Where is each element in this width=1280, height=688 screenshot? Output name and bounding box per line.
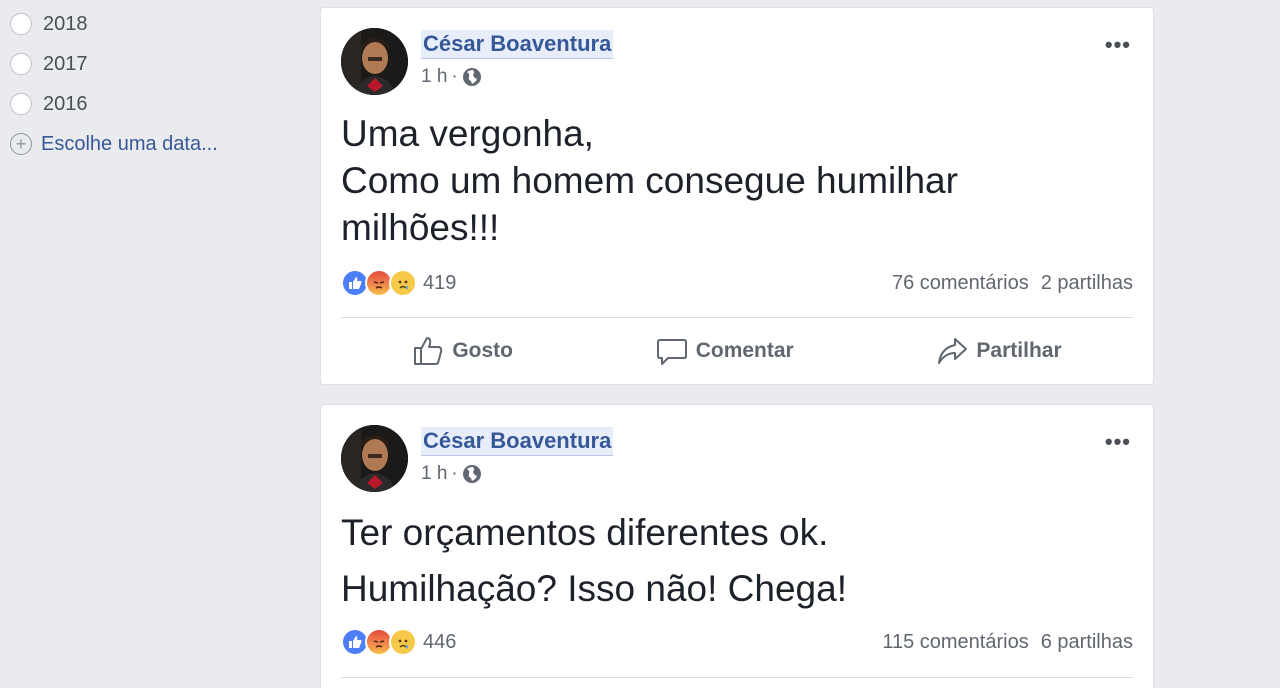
share-label: Partilhar — [976, 339, 1062, 362]
reactions-summary[interactable]: 446 — [341, 628, 456, 656]
post-text-line: Humilhação? Isso não! Chega! — [341, 568, 847, 609]
reaction-count: 446 — [423, 630, 457, 653]
post-text-line: Como um homem consegue humilhar — [341, 160, 958, 201]
radio-button[interactable] — [10, 53, 32, 75]
year-label: 2016 — [43, 92, 88, 115]
post-text: Uma vergonha, Como um homem consegue hum… — [341, 110, 1133, 251]
year-label: 2017 — [43, 52, 88, 75]
author-name[interactable]: César Boaventura — [421, 427, 614, 456]
avatar[interactable] — [341, 28, 408, 95]
comment-label: Comentar — [695, 339, 794, 362]
author-name[interactable]: César Boaventura — [421, 30, 614, 59]
shares-count[interactable]: 2 partilhas — [1041, 272, 1133, 295]
post-text-line: Uma vergonha, — [341, 113, 594, 154]
comment-button[interactable]: Comentar — [656, 335, 794, 367]
post-meta: 1 h · — [421, 66, 482, 88]
divider — [341, 677, 1133, 678]
year-option-2017[interactable]: 2017 — [10, 44, 270, 84]
avatar[interactable] — [341, 425, 408, 492]
comments-count[interactable]: 115 comentários — [882, 631, 1028, 654]
like-label: Gosto — [452, 339, 514, 362]
year-option-2018[interactable]: 2018 — [10, 4, 270, 44]
engagement-counts: 76 comentários 2 partilhas — [892, 272, 1133, 295]
radio-button[interactable] — [10, 13, 32, 35]
divider — [341, 317, 1133, 318]
post-text-line: Ter orçamentos diferentes ok. — [341, 512, 829, 553]
like-button[interactable]: Gosto — [412, 335, 513, 367]
post-time[interactable]: 1 h — [421, 66, 447, 88]
globe-icon[interactable] — [462, 464, 482, 484]
plus-circle-icon: + — [10, 133, 32, 155]
post-meta: 1 h · — [421, 463, 482, 485]
pick-date-link[interactable]: + Escolhe uma data... — [10, 124, 270, 164]
meta-separator: · — [451, 66, 458, 87]
post-stats: 446 115 comentários 6 partilhas — [341, 627, 1133, 657]
reaction-count: 419 — [423, 271, 457, 294]
year-filter: 2018 2017 2016 + Escolhe uma data... — [10, 4, 270, 164]
meta-separator: · — [451, 463, 458, 484]
more-options-icon[interactable]: ••• — [1105, 429, 1131, 455]
engagement-counts: 115 comentários 6 partilhas — [882, 631, 1133, 654]
sad-reaction-icon — [389, 628, 417, 656]
year-option-2016[interactable]: 2016 — [10, 84, 270, 124]
post-header: César Boaventura 1 h · ••• — [341, 28, 1133, 98]
post-header: César Boaventura 1 h · ••• — [341, 425, 1133, 495]
comments-count[interactable]: 76 comentários — [892, 272, 1029, 295]
post-stats: 419 76 comentários 2 partilhas — [341, 268, 1133, 298]
more-options-icon[interactable]: ••• — [1105, 32, 1131, 58]
post-actions: Gosto Comentar Partilhar — [341, 326, 1133, 376]
pick-date-label: Escolhe uma data... — [41, 132, 218, 155]
year-label: 2018 — [43, 12, 88, 35]
radio-button[interactable] — [10, 93, 32, 115]
share-icon — [938, 338, 968, 364]
globe-icon[interactable] — [462, 67, 482, 87]
post-time[interactable]: 1 h — [421, 463, 447, 485]
post-text-line: milhões!!! — [341, 207, 500, 248]
shares-count[interactable]: 6 partilhas — [1041, 631, 1133, 654]
comment-icon — [656, 339, 687, 365]
sad-reaction-icon — [389, 269, 417, 297]
post-card: César Boaventura 1 h · ••• Uma vergonha,… — [320, 7, 1154, 385]
share-button[interactable]: Partilhar — [936, 335, 1062, 367]
thumbs-up-icon — [414, 337, 443, 365]
post-card: César Boaventura 1 h · ••• Ter orçamento… — [320, 404, 1154, 688]
post-text: Ter orçamentos diferentes ok. Humilhação… — [341, 505, 1133, 617]
reactions-summary[interactable]: 419 — [341, 269, 456, 297]
